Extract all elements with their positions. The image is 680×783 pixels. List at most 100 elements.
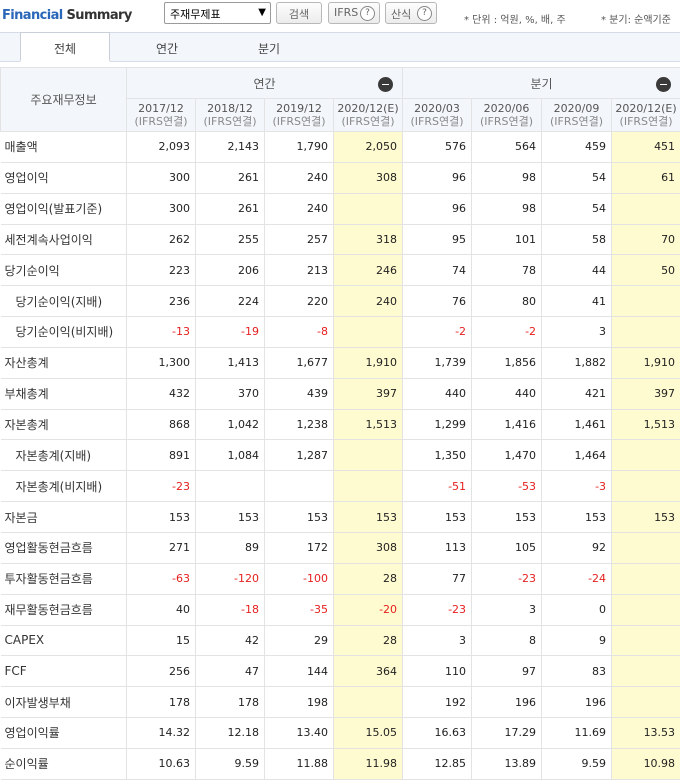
period-basis: (IFRS연결) — [134, 115, 188, 128]
value-cell: -35 — [264, 593, 334, 626]
value-cell: 42 — [195, 624, 265, 657]
chevron-down-icon: ▼ — [258, 7, 266, 18]
value-cell: 70 — [611, 223, 680, 256]
table-row: 재무활동현금흐름 40 -18 -35 -20 -23 3 0 — [0, 593, 680, 626]
period-date: 2018/12 — [207, 102, 253, 115]
question-icon: ? — [360, 6, 375, 21]
value-cell: 213 — [264, 254, 334, 287]
statement-select[interactable]: 주재무제표 ▼ — [164, 2, 271, 24]
value-cell: 98 — [471, 192, 543, 225]
value-cell: 564 — [471, 131, 543, 163]
value-cell: 13.89 — [471, 747, 543, 780]
value-cell: 178 — [126, 686, 196, 719]
row-label: 세전계속사업이익 — [0, 223, 127, 256]
value-cell: 220 — [264, 285, 334, 318]
search-button[interactable]: 검색 — [276, 2, 322, 24]
period-basis: (IFRS연결) — [272, 115, 326, 128]
value-cell: 13.53 — [611, 717, 680, 749]
value-cell: 1,464 — [541, 439, 613, 472]
value-cell: 236 — [126, 285, 196, 318]
value-cell: 3 — [541, 316, 613, 348]
formula-label: 산식 — [391, 8, 412, 21]
tab-quarterly[interactable]: 분기 — [224, 33, 314, 62]
value-cell: 1,677 — [264, 346, 334, 379]
tab-all[interactable]: 전체 — [20, 32, 110, 62]
row-label: 영업이익률 — [0, 717, 127, 749]
period-tabs: 전체 연간 분기 — [0, 32, 680, 62]
period-date: 2017/12 — [138, 102, 184, 115]
value-cell: 29 — [264, 624, 334, 657]
value-cell: 576 — [402, 131, 473, 163]
value-cell: 83 — [541, 655, 613, 688]
value-cell: 459 — [541, 131, 613, 163]
table-row: 영업이익(발표기준) 300 261 240 96 98 54 — [0, 192, 680, 225]
period-header: 2019/12 (IFRS연결) — [264, 98, 334, 132]
table-row: 영업활동현금흐름 271 89 172 308 113 105 92 — [0, 531, 680, 564]
annual-group-header: 연간 — [125, 67, 404, 99]
value-cell: 10.98 — [611, 747, 680, 780]
value-cell: 240 — [264, 192, 334, 225]
row-label: 이자발생부채 — [0, 686, 127, 719]
value-cell: 2,093 — [126, 131, 196, 163]
period-basis: (IFRS연결) — [619, 115, 673, 128]
value-cell: 16.63 — [402, 717, 473, 749]
table-row: 자본총계 868 1,042 1,238 1,513 1,299 1,416 1,461 1,5… — [0, 408, 680, 441]
value-cell — [332, 470, 404, 503]
period-basis: (IFRS연결) — [550, 115, 604, 128]
value-cell: 1,350 — [402, 439, 473, 472]
value-cell: -24 — [541, 562, 613, 595]
value-cell: 3 — [471, 593, 543, 626]
value-cell: 78 — [471, 254, 543, 287]
value-cell: -23 — [402, 593, 473, 626]
table-row: 투자활동현금흐름 -63 -120 -100 28 77 -23 -24 — [0, 562, 680, 595]
value-cell: 153 — [471, 501, 543, 533]
value-cell: 1,287 — [264, 439, 334, 472]
value-cell: 432 — [126, 377, 196, 410]
value-cell — [611, 285, 680, 318]
formula-help-button[interactable]: 산식 ? — [385, 2, 437, 24]
value-cell: 9.59 — [541, 747, 613, 780]
period-date: 2020/12(E) — [615, 102, 677, 115]
value-cell: -100 — [264, 562, 334, 595]
value-cell: 1,300 — [126, 346, 196, 379]
period-header: 2020/12(E) (IFRS연결) — [332, 98, 404, 132]
period-basis: (IFRS연결) — [480, 115, 534, 128]
period-date: 2019/12 — [276, 102, 322, 115]
period-header: 2020/03 (IFRS연결) — [402, 98, 473, 132]
row-label: 영업이익(발표기준) — [0, 192, 127, 225]
ifrs-label: IFRS — [334, 6, 359, 19]
row-label: 재무활동현금흐름 — [0, 593, 127, 626]
value-cell: 8 — [471, 624, 543, 657]
tab-annual[interactable]: 연간 — [122, 33, 212, 62]
quarter-basis-note: * 분기: 순액기준 — [601, 15, 671, 26]
table-row: 세전계속사업이익 262 255 257 318 95 101 58 70 — [0, 223, 680, 256]
value-cell: 28 — [332, 562, 404, 595]
value-cell: 144 — [264, 655, 334, 688]
table-row: 자본총계(비지배) -23 -51 -53 -3 — [0, 470, 680, 503]
value-cell: 54 — [541, 192, 613, 225]
value-cell: 257 — [264, 223, 334, 256]
value-cell — [332, 316, 404, 348]
value-cell: 80 — [471, 285, 543, 318]
row-label: FCF — [0, 655, 127, 688]
ifrs-help-button[interactable]: IFRS ? — [328, 2, 380, 24]
value-cell: 89 — [195, 531, 265, 564]
value-cell: 397 — [611, 377, 680, 410]
table-row: 영업이익률 14.32 12.18 13.40 15.05 16.63 17.29 11.69… — [0, 717, 680, 749]
value-cell: 196 — [471, 686, 543, 719]
value-cell: 76 — [402, 285, 473, 318]
value-cell — [332, 686, 404, 719]
value-cell: -63 — [126, 562, 196, 595]
value-cell: 262 — [126, 223, 196, 256]
row-label: 자본총계(지배) — [0, 439, 127, 472]
value-cell: 223 — [126, 254, 196, 287]
value-cell: 110 — [402, 655, 473, 688]
value-cell: 153 — [402, 501, 473, 533]
period-date: 2020/12(E) — [337, 102, 399, 115]
table-row: 자산총계 1,300 1,413 1,677 1,910 1,739 1,856 1,882 1… — [0, 346, 680, 379]
value-cell: 47 — [195, 655, 265, 688]
period-date: 2020/09 — [553, 102, 600, 115]
value-cell: 196 — [541, 686, 613, 719]
collapse-quarterly-icon[interactable] — [656, 77, 672, 92]
collapse-annual-icon[interactable] — [378, 77, 394, 92]
